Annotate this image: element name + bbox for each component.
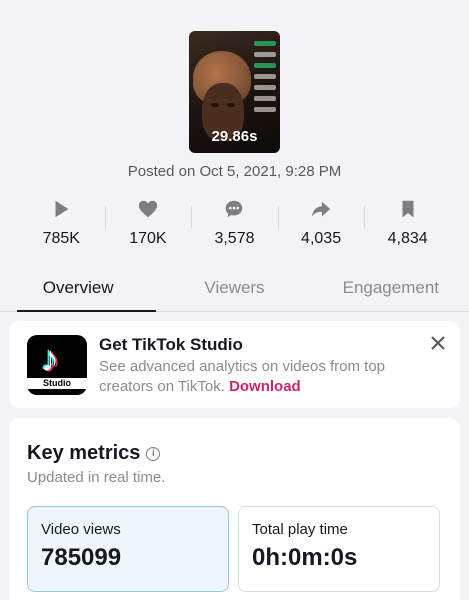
stat-saves: 4,834 [364,198,451,248]
metric-video-views[interactable]: Video views 785099 [27,506,229,592]
studio-promo-card: ♪ Studio Get TikTok Studio See advanced … [9,321,460,408]
comment-icon [226,200,243,218]
share-icon [311,201,331,217]
tab-viewers[interactable]: Viewers [156,270,312,311]
promo-text: See advanced analytics on videos from to… [99,357,420,397]
key-metrics-card: Key metrics i Updated in real time. Vide… [9,418,460,600]
close-button[interactable] [430,335,446,351]
video-thumbnail[interactable]: 29.86s [189,31,280,153]
analytics-tabs: Overview Viewers Engagement [0,270,469,312]
stat-comments-value: 3,578 [214,230,255,247]
stat-shares-value: 4,035 [301,230,342,247]
play-icon [55,200,69,218]
thumbnail-eye [211,103,219,107]
key-metrics-title: Key metrics [27,442,141,464]
bookmark-icon [402,200,414,218]
stat-saves-value: 4,834 [387,230,428,247]
video-stats: 785K 170K 3,578 4,035 4,834 [18,198,451,248]
close-icon [431,336,445,350]
video-header: 29.86s Posted on Oct 5, 2021, 9:28 PM 78… [0,0,469,312]
video-duration: 29.86s [211,128,258,145]
metric-label: Video views [41,521,121,538]
stat-likes-value: 170K [129,230,167,247]
tiktok-studio-logo: ♪ Studio [27,335,87,395]
posted-date: Posted on Oct 5, 2021, 9:28 PM [127,163,342,180]
stat-comments: 3,578 [191,198,278,248]
tab-engagement[interactable]: Engagement [313,270,469,311]
download-link[interactable]: Download [229,378,301,395]
logo-label: Studio [27,378,87,389]
metric-label: Total play time [252,521,348,538]
stat-shares: 4,035 [277,198,365,248]
stat-views: 785K [18,198,105,248]
promo-title: Get TikTok Studio [99,335,243,354]
stat-likes: 170K [104,198,192,248]
metric-value: 785099 [41,544,122,571]
tab-overview[interactable]: Overview [0,270,157,312]
info-icon[interactable]: i [146,446,161,461]
stat-views-value: 785K [42,230,80,247]
thumbnail-eye [227,103,235,107]
key-metrics-heading: Key metrics i [27,442,161,465]
heart-icon [138,200,158,218]
key-metrics-subtitle: Updated in real time. [27,469,166,486]
metric-value: 0h:0m:0s [252,544,358,571]
metric-total-play-time[interactable]: Total play time 0h:0m:0s [238,506,440,592]
tiktok-note-icon: ♪ [41,338,59,379]
thumbnail-overlay [254,41,276,112]
